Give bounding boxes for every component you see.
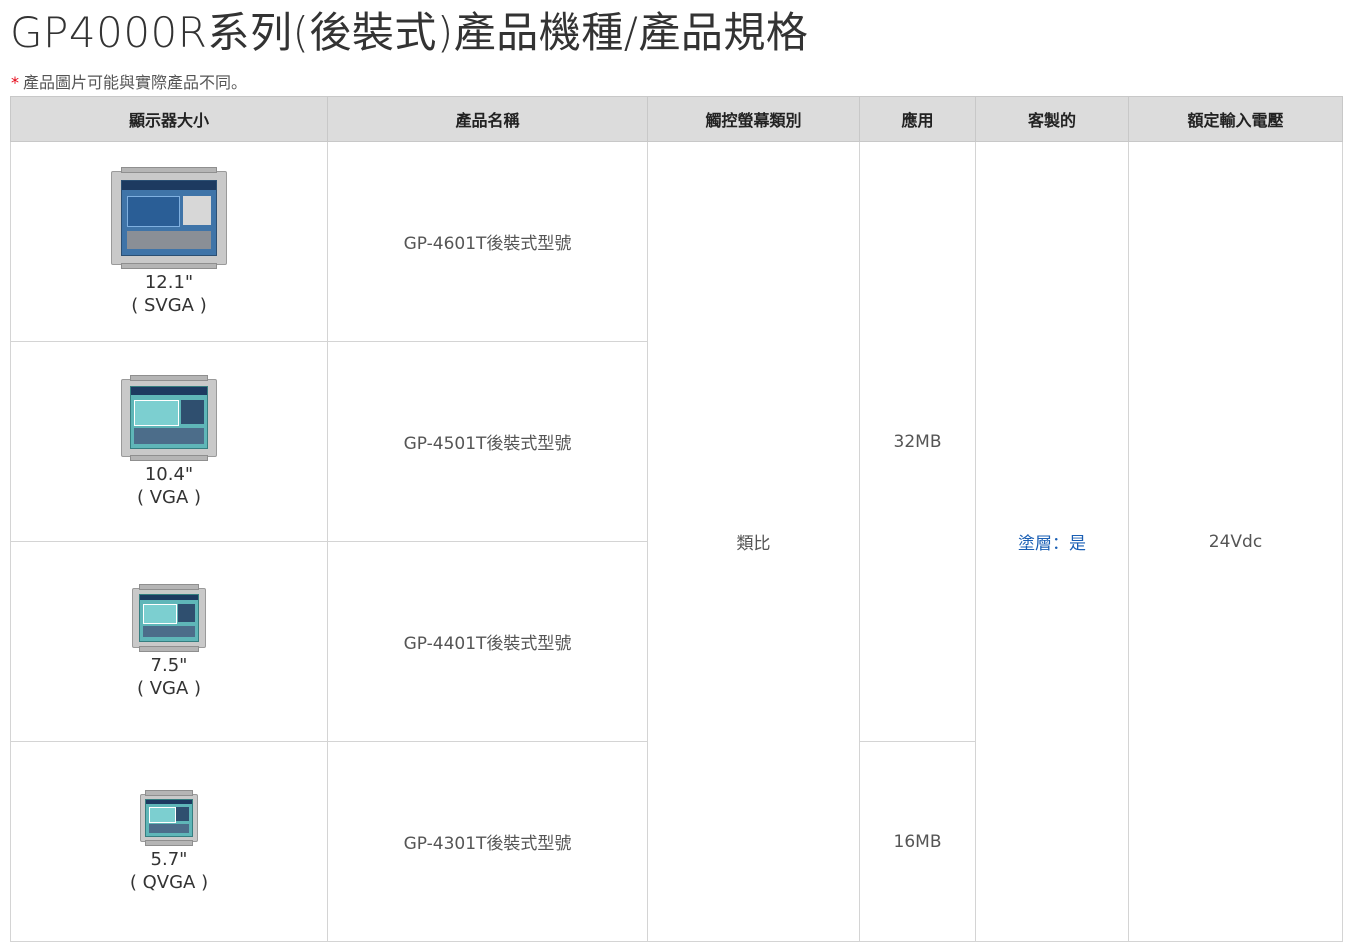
table-header-row: 顯示器大小 產品名稱 觸控螢幕類別 應用 客製的 額定輸入電壓	[10, 96, 1343, 142]
display-size-cell: 12.1" ( SVGA )	[10, 141, 328, 342]
header-customized: 客製的	[975, 96, 1129, 142]
note-text: 產品圖片可能與實際產品不同。	[23, 73, 248, 92]
touch-type-value: 類比	[736, 534, 771, 554]
application-cell-32mb: 32MB	[859, 141, 976, 742]
product-name-cell: GP-4601T後裝式型號	[327, 141, 648, 342]
display-size-value: 5.7"	[150, 848, 188, 870]
display-resolution: ( SVGA )	[131, 294, 207, 316]
hmi-panel-5-7-image[interactable]	[140, 789, 198, 846]
display-size-cell: 10.4" ( VGA )	[10, 341, 328, 542]
display-resolution: ( VGA )	[136, 486, 202, 508]
coating-link[interactable]: 塗層：是	[1018, 534, 1086, 554]
product-name-cell: GP-4301T後裝式型號	[327, 741, 648, 942]
customized-cell: 塗層：是	[975, 141, 1129, 942]
rated-voltage-cell: 24Vdc	[1128, 141, 1343, 942]
display-size-value: 7.5"	[150, 654, 188, 676]
product-name: GP-4501T後裝式型號	[403, 434, 572, 454]
product-name-cell: GP-4501T後裝式型號	[327, 341, 648, 542]
application-cell-16mb: 16MB	[859, 741, 976, 942]
product-spec-table: 顯示器大小 產品名稱 觸控螢幕類別 應用 客製的 額定輸入電壓 12.1" ( …	[10, 96, 1343, 942]
display-resolution: ( VGA )	[136, 677, 202, 699]
display-size-cell: 5.7" ( QVGA )	[10, 741, 328, 942]
image-disclaimer-note: * 產品圖片可能與實際產品不同。	[11, 72, 247, 94]
product-name: GP-4401T後裝式型號	[403, 634, 572, 654]
header-product-name: 產品名稱	[327, 96, 648, 142]
page-title: GP4000R系列(後裝式)產品機種/產品規格	[10, 8, 809, 57]
product-name: GP-4601T後裝式型號	[403, 234, 572, 254]
header-touch-type: 觸控螢幕類別	[647, 96, 860, 142]
table-row: 12.1" ( SVGA ) GP-4601T後裝式型號 類比 32MB 塗層：…	[10, 141, 1343, 942]
product-name-cell: GP-4401T後裝式型號	[327, 541, 648, 742]
application-value: 16MB	[893, 831, 942, 852]
note-asterisk: *	[11, 73, 19, 92]
hmi-panel-12-1-image[interactable]	[111, 166, 227, 269]
hmi-panel-10-4-image[interactable]	[121, 374, 217, 461]
display-size-value: 12.1"	[144, 271, 194, 293]
display-size-cell: 7.5" ( VGA )	[10, 541, 328, 742]
touch-type-cell: 類比	[647, 141, 860, 942]
header-application: 應用	[859, 96, 976, 142]
hmi-panel-7-5-image[interactable]	[132, 583, 206, 652]
header-display-size: 顯示器大小	[10, 96, 328, 142]
product-name: GP-4301T後裝式型號	[403, 834, 572, 854]
rated-voltage-value: 24Vdc	[1208, 531, 1263, 552]
header-rated-voltage: 額定輸入電壓	[1128, 96, 1343, 142]
display-resolution: ( QVGA )	[129, 871, 209, 893]
display-size-value: 10.4"	[144, 463, 194, 485]
application-value: 32MB	[893, 431, 942, 452]
